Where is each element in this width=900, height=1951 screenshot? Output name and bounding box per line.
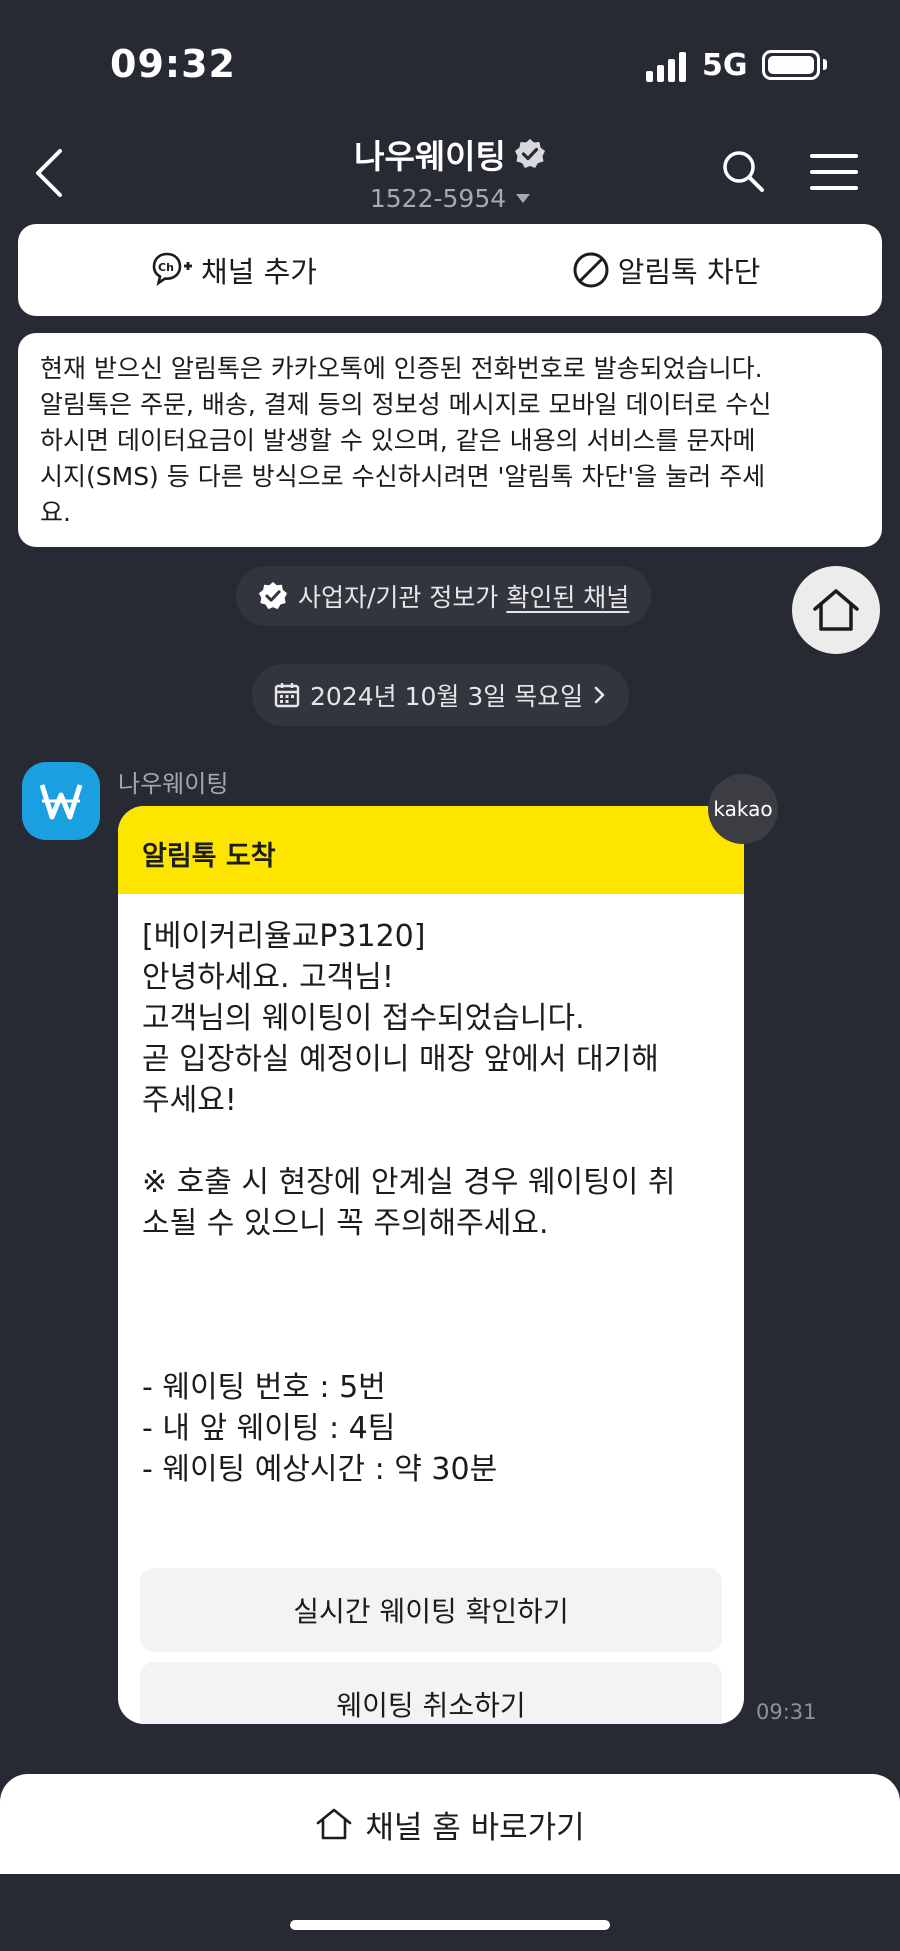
realtime-waiting-button[interactable]: 실시간 웨이팅 확인하기 [140,1568,722,1652]
add-channel-button[interactable]: Ch 채널 추가 [18,224,450,316]
block-icon [573,252,609,288]
kakao-badge: kakao [708,774,778,844]
verified-channel-pill[interactable]: 사업자/기관 정보가 확인된 채널 [236,566,652,626]
home-icon [317,1808,352,1840]
home-indicator[interactable] [290,1920,610,1930]
channel-home-link[interactable]: 채널 홈 바로가기 [0,1774,900,1874]
channel-add-icon: Ch [152,252,193,286]
status-time: 09:32 [110,42,236,86]
date-label: 2024년 10월 3일 목요일 [310,682,584,711]
sender-avatar[interactable] [22,762,100,840]
verified-icon [514,139,545,168]
message-time: 09:31 [756,1700,817,1724]
home-icon [813,589,859,631]
date-divider[interactable]: 2024년 10월 3일 목요일 [252,664,630,726]
notice-line: 알림톡은 주문, 배송, 결제 등의 정보성 메시지로 모바일 데이터로 수신 [40,390,772,419]
alimtalk-notice: 현재 받으신 알림톡은 카카오톡에 인증된 전화번호로 발송되었습니다. 알림톡… [18,333,882,547]
chevron-right-icon [594,686,605,704]
channel-phone: 1522-5954 [369,184,507,213]
notice-line: 현재 받으신 알림톡은 카카오톡에 인증된 전화번호로 발송되었습니다. [40,354,763,383]
network-type: 5G [702,48,748,83]
nowwaiting-logo-icon [39,784,83,820]
add-channel-label: 채널 추가 [201,255,317,289]
svg-text:Ch: Ch [158,261,174,274]
battery-icon [762,50,820,80]
caret-down-icon [516,194,531,203]
menu-button[interactable] [810,154,858,190]
phone-dropdown[interactable]: 1522-5954 [369,184,531,213]
search-button[interactable] [720,148,766,194]
bubble-header: 알림톡 도착 [118,806,744,894]
channel-title: 나우웨이팅 [354,137,506,176]
calendar-icon [274,683,300,708]
channel-actions-card: Ch 채널 추가 알림톡 차단 [18,224,882,316]
block-alimtalk-button[interactable]: 알림톡 차단 [450,224,882,316]
battery-nub [823,59,827,70]
verified-link[interactable]: 확인된 채널 [506,583,629,612]
notice-line: 요. [40,498,71,527]
notice-line: 하시면 데이터요금이 발생할 수 있으며, 같은 내용의 서비스를 문자메 [40,426,756,455]
notice-line: 시지(SMS) 등 다른 방식으로 수신하시려면 '알림톡 차단'을 눌러 주세 [40,462,766,491]
channel-home-fab[interactable] [792,566,880,654]
sender-name: 나우웨이팅 [118,770,229,798]
bubble-body: [베이커리율교P3120] 안녕하세요. 고객님! 고객님의 웨이팅이 접수되었… [142,919,676,1487]
verified-check-icon [258,581,288,610]
channel-home-label: 채널 홈 바로가기 [365,1809,585,1846]
menu-icon [810,154,858,158]
search-icon [723,151,764,192]
verified-prefix: 사업자/기관 정보가 [298,583,507,612]
cancel-waiting-button[interactable]: 웨이팅 취소하기 [140,1662,722,1724]
signal-icon [646,52,690,82]
block-alimtalk-label: 알림톡 차단 [617,255,761,289]
alimtalk-bubble: 알림톡 도착 [베이커리율교P3120] 안녕하세요. 고객님! 고객님의 웨이… [118,806,744,1724]
